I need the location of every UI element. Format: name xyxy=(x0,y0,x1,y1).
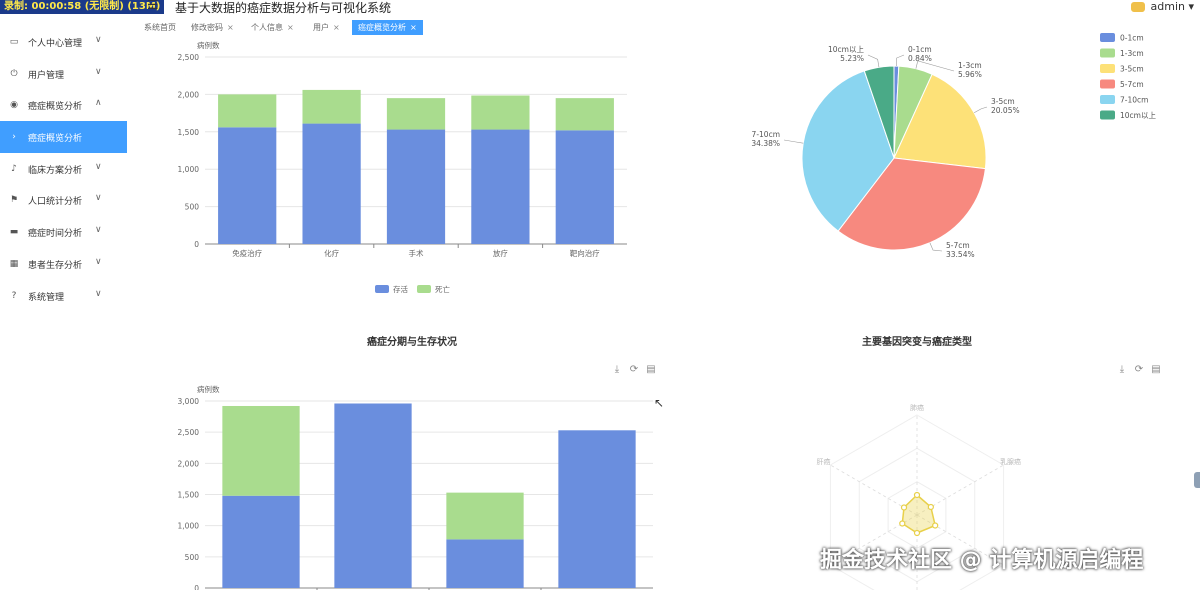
radar-point[interactable] xyxy=(927,503,934,511)
radar-point[interactable] xyxy=(913,529,921,537)
radar-point[interactable] xyxy=(932,522,939,529)
data-view-icon[interactable]: ▤ xyxy=(1151,364,1160,375)
gene-mutation-radar-chart: 主要基因突变与癌症类型 ⤓ ⟳ ▤ 肺癌乳腺癌 肝癌 xyxy=(816,335,1161,590)
radar-axis-label: 乳腺癌 xyxy=(1000,457,1021,466)
radar-axis-label: 肺癌 xyxy=(910,403,924,412)
radar-axis-label: 肝癌 xyxy=(816,457,830,466)
radar-point[interactable] xyxy=(899,520,906,527)
radar-point[interactable] xyxy=(900,504,908,511)
radar-series-area[interactable] xyxy=(901,493,937,534)
chart-title: 主要基因突变与癌症类型 xyxy=(862,335,972,348)
download-icon[interactable]: ⤓ xyxy=(1120,364,1125,375)
side-scroll-handle[interactable] xyxy=(1194,472,1200,488)
mouse-cursor-icon: ↖ xyxy=(654,396,665,410)
radar-point[interactable] xyxy=(913,491,921,499)
watermark: 掘金技术社区 @ 计算机源启编程 xyxy=(820,548,1144,573)
refresh-icon[interactable]: ⟳ xyxy=(1135,364,1144,375)
